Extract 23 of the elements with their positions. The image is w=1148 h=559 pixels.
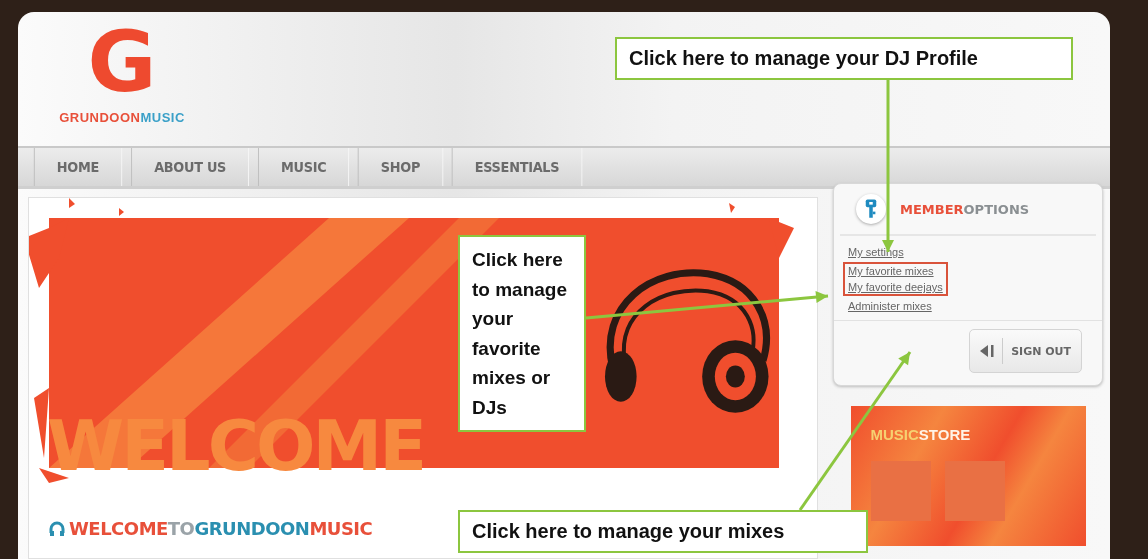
logo-mark: G: [87, 20, 157, 104]
panel-title: MEMBEROPTIONS: [900, 201, 1030, 217]
member-link[interactable]: Administer mixes: [848, 300, 932, 312]
member-link[interactable]: My settings: [848, 246, 904, 258]
album-placeholder: [870, 461, 931, 521]
headphones-icon: [49, 520, 65, 537]
key-icon: [856, 194, 886, 224]
nav-link[interactable]: SHOP: [357, 148, 443, 186]
nav-link[interactable]: MUSIC: [258, 148, 350, 186]
nav-link[interactable]: ESSENTIALS: [452, 148, 583, 186]
sign-out-button[interactable]: SIGN OUT: [969, 329, 1082, 373]
annotation-callout: Click here to manage your favorite mixes or DJs: [458, 235, 586, 432]
nav-link[interactable]: HOME: [33, 148, 123, 186]
album-placeholder: [944, 461, 1005, 521]
annotation-callout: Click here to manage your mixes: [458, 510, 868, 553]
member-link[interactable]: My favorite deejays: [848, 281, 943, 293]
member-link[interactable]: My favorite mixes: [848, 265, 934, 277]
nav-link[interactable]: ABOUT US: [131, 148, 250, 186]
back-arrow-icon: [980, 345, 995, 357]
store-title: MUSICSTORE: [870, 426, 972, 443]
logo-name: GRUNDOONMUSIC: [59, 110, 185, 125]
annotation-callout: Click here to manage your DJ Profile: [615, 37, 1073, 80]
section-heading: WELCOMETOGRUNDOONMUSIC: [69, 518, 373, 539]
